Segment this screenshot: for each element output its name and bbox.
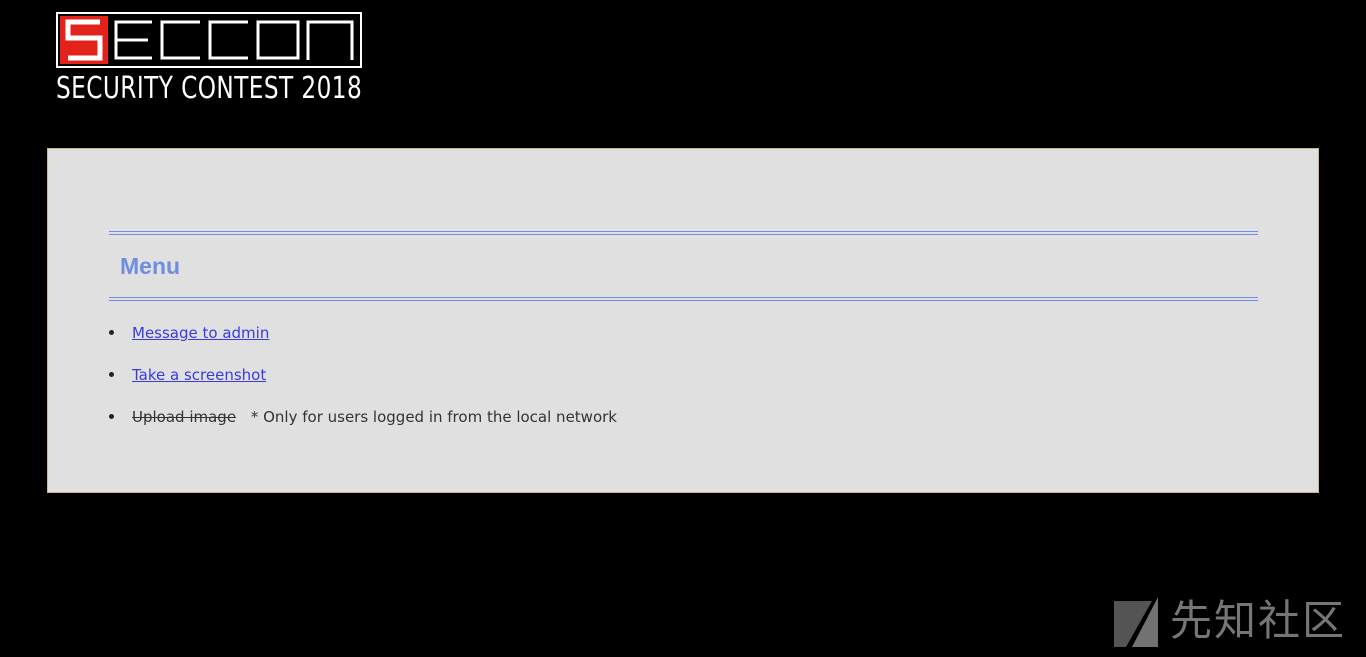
logo-tagline: SECURITY CONTEST 2018 <box>56 71 363 106</box>
slash-logo-icon <box>1113 597 1158 647</box>
menu-list: Message to admin Take a screenshot Uploa… <box>108 320 617 446</box>
watermark-text: 先知社区 <box>1169 596 1346 645</box>
menu-title: Menu <box>120 253 181 279</box>
bullet-icon <box>109 330 114 335</box>
local-network-note: * Only for users logged in from the loca… <box>250 408 617 426</box>
seccon-logo-mark <box>56 12 362 68</box>
take-screenshot-link[interactable]: Take a screenshot <box>132 366 266 384</box>
bullet-icon <box>109 414 114 419</box>
list-item: Upload image * Only for users logged in … <box>108 404 617 446</box>
upload-image-disabled: Upload image <box>132 408 237 426</box>
list-item: Message to admin <box>108 320 617 362</box>
menu-panel: Menu Message to admin Take a screenshot … <box>47 148 1319 493</box>
seccon-logo: SECURITY CONTEST 2018 <box>56 12 362 106</box>
bullet-icon <box>109 372 114 377</box>
watermark: 先知社区 <box>1112 593 1346 649</box>
list-item: Take a screenshot <box>108 362 617 404</box>
message-to-admin-link[interactable]: Message to admin <box>132 324 269 342</box>
menu-header: Menu <box>109 231 1258 301</box>
page: SECURITY CONTEST 2018 Menu Message to ad… <box>0 0 1366 657</box>
